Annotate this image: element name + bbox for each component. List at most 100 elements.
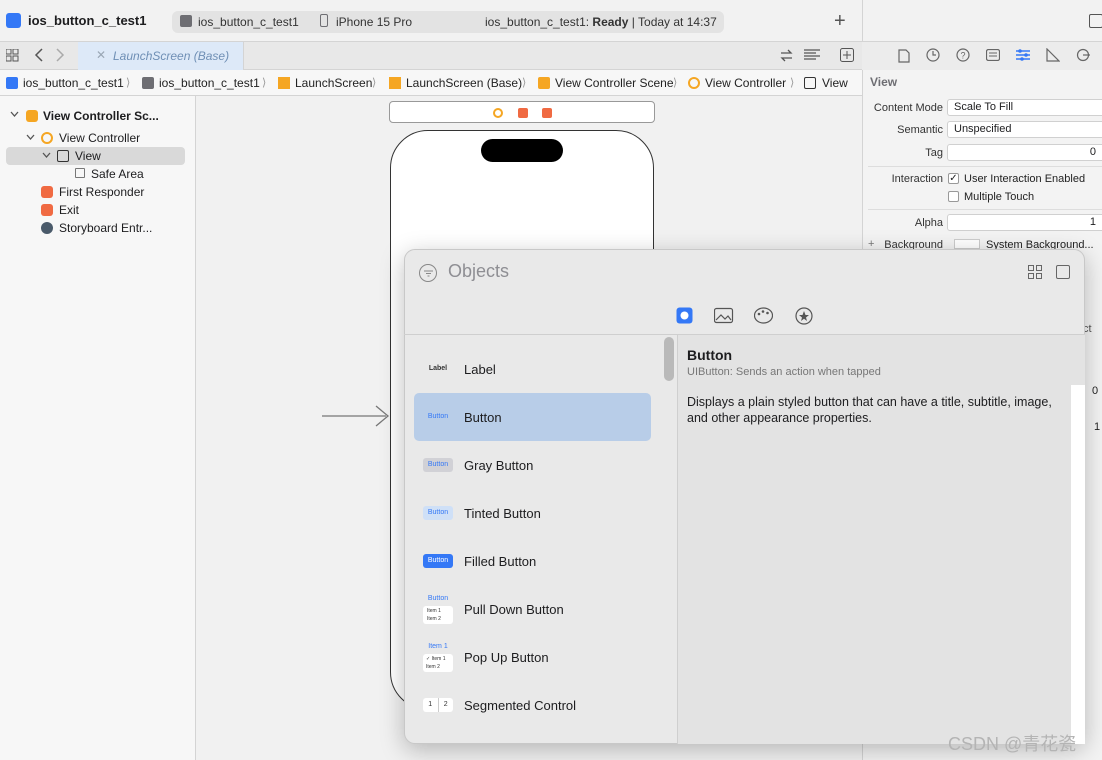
dynamic-island (481, 139, 563, 162)
refresh-icon[interactable] (780, 49, 793, 62)
breadcrumb-separator: ⟩ (673, 77, 678, 89)
storyboard-icon (278, 77, 290, 89)
tinted-button-thumbnail: Button (423, 506, 453, 520)
storyboard-base-icon (389, 77, 401, 89)
watermark: CSDN @青花瓷 (948, 734, 1077, 754)
view-icon (57, 150, 69, 162)
toggle-inspector-icon[interactable] (1089, 14, 1102, 28)
breadcrumb-separator: ⟩ (372, 77, 377, 89)
objects-tab-icon[interactable] (676, 307, 693, 324)
breadcrumb-view[interactable]: View (822, 76, 848, 90)
attributes-inspector-icon[interactable] (1016, 48, 1030, 62)
breadcrumb-storyboard[interactable]: LaunchScreen (295, 76, 372, 90)
alpha-field[interactable]: 1 (947, 214, 1102, 231)
label-thumbnail: Label (428, 365, 448, 372)
breadcrumb-scene[interactable]: View Controller Scene (555, 76, 674, 90)
button-thumbnail: Button (427, 413, 449, 420)
list-item[interactable]: Button Item 1 Item 2 Pull Down Button (414, 585, 651, 633)
destination-selector[interactable]: iPhone 15 Pro (336, 15, 412, 29)
size-inspector-icon[interactable] (1046, 48, 1060, 62)
list-item[interactable]: Label Label (414, 345, 651, 393)
related-items-icon[interactable] (6, 49, 19, 62)
pop-up-thumbnail: Item 1 (428, 643, 448, 650)
inspector-section-title: View (870, 75, 898, 89)
chevron-down-icon[interactable] (26, 133, 35, 142)
detail-scroll-area (1071, 385, 1085, 744)
filter-lines (424, 270, 433, 277)
help-inspector-icon[interactable]: ? (956, 48, 970, 62)
connections-inspector-icon[interactable] (1076, 48, 1090, 62)
segmented-control-thumbnail: 12 (423, 698, 453, 712)
inspector-partial-value: 1 (1094, 421, 1101, 433)
add-editor-icon[interactable] (840, 48, 854, 62)
project-icon (6, 77, 18, 89)
library-search-input[interactable]: Objects (448, 261, 509, 282)
forward-icon[interactable] (55, 48, 65, 62)
breadcrumb-separator: ⟩ (522, 77, 527, 89)
alpha-label: Alpha (914, 217, 943, 229)
scene-icon (538, 77, 550, 89)
view-icon (804, 77, 816, 89)
detail-title: Button (687, 347, 733, 363)
xcode-project-icon (6, 13, 21, 28)
multiple-touch-checkbox[interactable] (948, 191, 959, 202)
file-inspector-icon[interactable] (898, 49, 910, 63)
color-tab-icon[interactable] (754, 307, 773, 324)
identity-inspector-icon[interactable] (986, 49, 1000, 61)
tag-field[interactable]: 0 (947, 144, 1102, 161)
view-controller-icon (41, 132, 53, 144)
exit-icon (41, 204, 53, 216)
editor-options-icon[interactable] (804, 49, 820, 62)
content-mode-label: Content Mode (873, 102, 943, 114)
chevron-down-icon[interactable] (10, 110, 19, 119)
interaction-label: Interaction (891, 173, 943, 185)
add-library-button[interactable]: + (834, 11, 846, 31)
scheme-icon (180, 15, 192, 27)
inspector-partial-value: 0 (1092, 385, 1099, 397)
tab-close-icon[interactable]: ✕ (96, 48, 106, 62)
tab-label: LaunchScreen (Base) (113, 49, 230, 63)
grid-view-icon[interactable] (1028, 265, 1042, 279)
entry-point-arrow[interactable] (322, 404, 390, 428)
pull-down-menu-preview: Item 1 Item 2 (423, 606, 453, 624)
content-mode-popup[interactable]: Scale To Fill (947, 99, 1102, 116)
list-item[interactable]: Button Filled Button (414, 537, 651, 585)
divider (868, 166, 1102, 167)
user-interaction-label: User Interaction Enabled (964, 173, 1086, 185)
view-controller-icon (688, 77, 700, 89)
scene-icon (26, 110, 38, 122)
svg-text:?: ? (961, 51, 966, 61)
list-item[interactable]: Button Button (414, 393, 651, 441)
breadcrumb-storyboard-base[interactable]: LaunchScreen (Base) (406, 76, 522, 90)
divider (868, 209, 1102, 210)
chevron-down-icon[interactable] (42, 151, 51, 160)
first-responder-icon (41, 186, 53, 198)
filled-button-thumbnail: Button (423, 554, 453, 568)
dock-first-responder-icon[interactable] (518, 108, 528, 118)
user-interaction-checkbox[interactable]: ✓ (948, 173, 959, 184)
breadcrumb-separator: ⟩ (262, 77, 267, 89)
media-tab-icon[interactable] (714, 307, 734, 324)
list-item[interactable]: Item 1 ✓ Item 1 Item 2 Pop Up Button (414, 633, 651, 681)
back-icon[interactable] (34, 48, 44, 62)
breadcrumb-project[interactable]: ios_button_c_test1 (23, 76, 124, 90)
list-item[interactable]: Button Tinted Button (414, 489, 651, 537)
library-scrollbar[interactable] (664, 337, 674, 381)
semantic-popup[interactable]: Unspecified (947, 121, 1102, 138)
dock-exit-icon[interactable] (542, 108, 552, 118)
breadcrumb-group[interactable]: ios_button_c_test1 (159, 76, 260, 90)
breadcrumb-view-controller[interactable]: View Controller (705, 76, 786, 90)
list-item[interactable]: Button Gray Button (414, 441, 651, 489)
folder-icon (142, 77, 154, 89)
storyboard-entry-icon (41, 222, 53, 234)
history-inspector-icon[interactable] (926, 48, 940, 62)
multiple-touch-label: Multiple Touch (964, 191, 1035, 203)
build-status: ios_button_c_test1: Ready | Today at 14:… (485, 15, 717, 29)
scheme-selector[interactable]: ios_button_c_test1 (198, 15, 299, 29)
detail-view-icon[interactable] (1056, 265, 1070, 279)
dock-view-controller-icon[interactable] (493, 108, 503, 118)
background-color-swatch[interactable] (954, 239, 980, 249)
symbols-tab-icon[interactable] (795, 307, 813, 325)
detail-subtitle: UIButton: Sends an action when tapped (687, 366, 881, 378)
list-item[interactable]: 12 Segmented Control (414, 681, 651, 729)
